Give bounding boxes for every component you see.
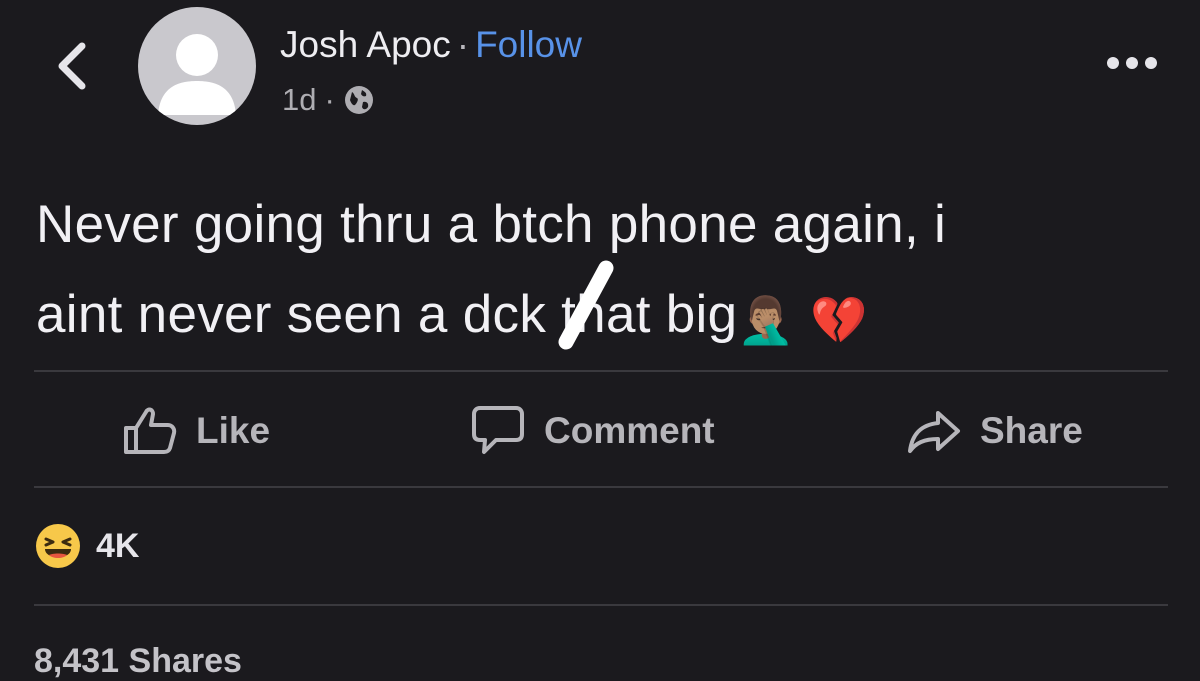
more-options-icon (1107, 57, 1157, 69)
timestamp: 1d (282, 82, 317, 117)
post-line-1: Never going thru a btch phone again, i (36, 195, 947, 254)
laughing-emoji-icon (36, 524, 80, 568)
share-label: Share (980, 410, 1083, 451)
post-text: Never going thru a btch phone again, i a… (36, 180, 1176, 365)
comment-button[interactable]: Comment (470, 400, 715, 462)
divider-top (34, 370, 1168, 372)
reactions-summary[interactable]: 4K (34, 522, 139, 570)
follow-link[interactable]: Follow (475, 24, 582, 65)
share-arrow-icon (908, 411, 960, 453)
avatar[interactable] (138, 7, 256, 125)
meta-separator: · (324, 82, 335, 117)
chevron-left-icon (58, 42, 86, 90)
broken-heart-emoji: 💔 (810, 294, 868, 346)
like-label: Like (196, 410, 271, 451)
like-button[interactable]: Like (122, 400, 270, 462)
reaction-count: 4K (96, 526, 140, 565)
default-avatar-icon (158, 34, 236, 115)
back-button[interactable] (50, 38, 94, 94)
post-line-2: aint never seen a dck that big🤦🏽‍♂️ 💔 (36, 270, 1176, 365)
post-line-2-start: aint never seen a d (36, 285, 493, 344)
author-line: Josh Apoc · Follow (280, 22, 582, 68)
globe-icon (344, 86, 373, 114)
post-meta: 1d · (282, 80, 375, 120)
post-line-2-end: ck that big (492, 285, 738, 344)
shares-count[interactable]: 8,431 Shares (34, 642, 242, 681)
thumbs-up-icon (124, 407, 177, 454)
separator-dot: · (456, 24, 470, 65)
comment-label: Comment (544, 410, 715, 451)
divider-bottom (34, 604, 1168, 606)
comment-icon (472, 406, 524, 454)
share-button[interactable]: Share (906, 400, 1083, 462)
facepalm-emoji: 🤦🏽‍♂️ (737, 294, 795, 346)
more-options-button[interactable] (1104, 48, 1160, 78)
divider-middle (34, 486, 1168, 488)
author-name[interactable]: Josh Apoc (280, 24, 451, 65)
